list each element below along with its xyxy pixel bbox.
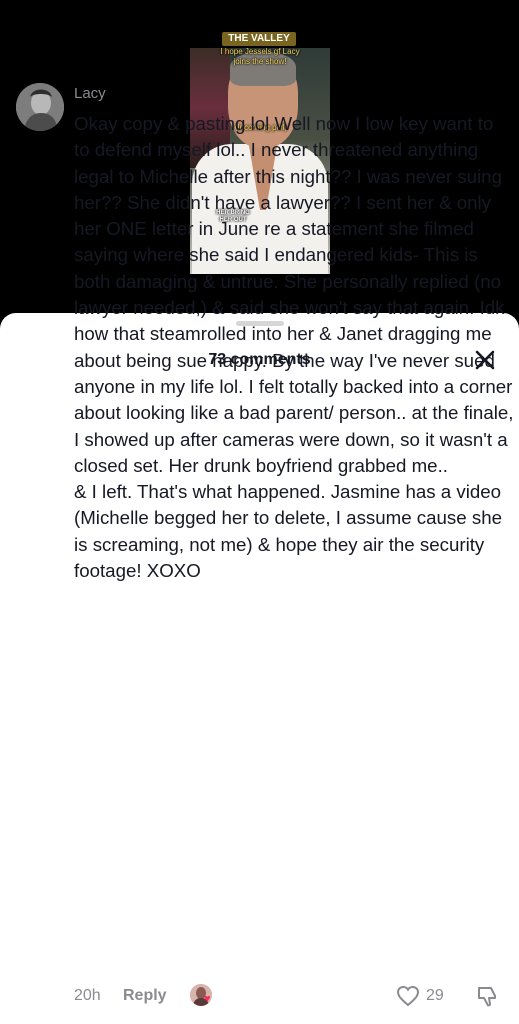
comment-username[interactable]: Lacy xyxy=(74,85,106,102)
comment-text: Okay copy & pasting lol Well now I low k… xyxy=(74,113,514,582)
thumbs-down-icon xyxy=(478,987,496,1007)
reply-button[interactable]: Reply xyxy=(123,987,167,1005)
like-button[interactable] xyxy=(396,985,420,1007)
heart-outline-icon xyxy=(396,985,420,1007)
video-show-title: THE VALLEY xyxy=(222,32,296,46)
dislike-button[interactable] xyxy=(476,985,498,1007)
video-caption-top: I hope Jessels gf Lacy joins the show! xyxy=(220,47,300,66)
heart-icon: ♥ xyxy=(204,993,211,1005)
like-count: 29 xyxy=(426,987,444,1004)
avatar-image xyxy=(16,83,64,131)
avatar[interactable] xyxy=(16,83,64,131)
comment-timestamp: 20h xyxy=(74,987,101,1004)
